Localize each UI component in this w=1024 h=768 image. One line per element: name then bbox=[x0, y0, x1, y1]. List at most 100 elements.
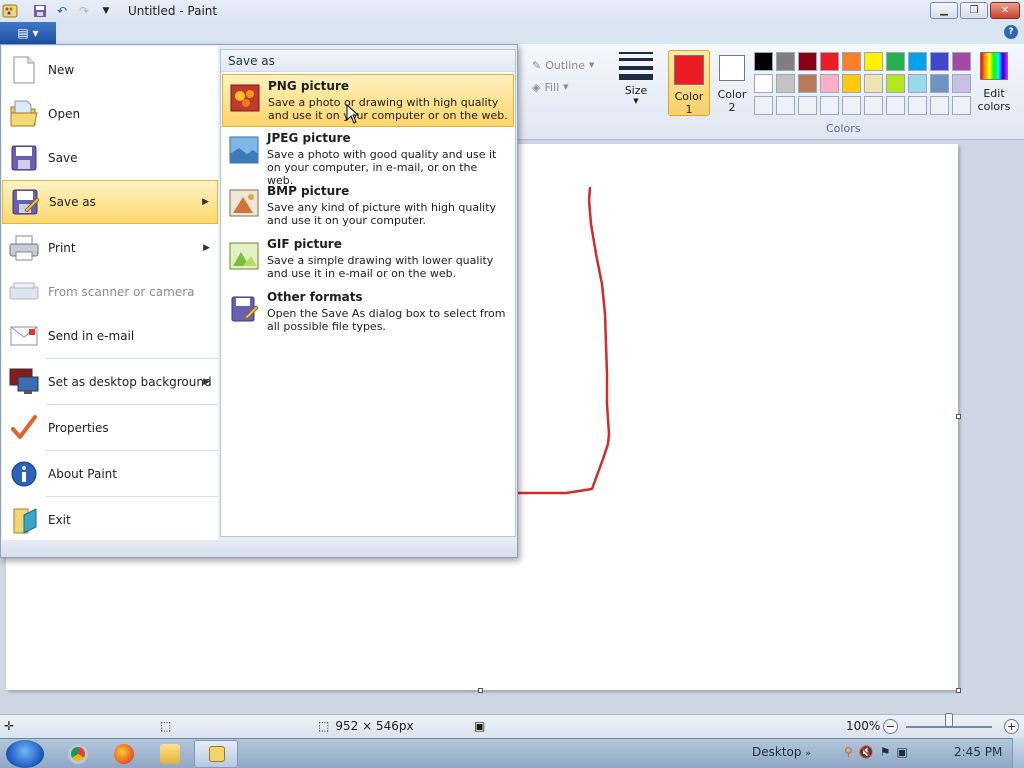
menu-item-send-in-e-mail[interactable]: Send in e-mail bbox=[2, 314, 218, 358]
png-picture-icon bbox=[230, 84, 260, 112]
outline-icon: ✎ bbox=[532, 58, 542, 72]
custom-color-slot[interactable] bbox=[952, 96, 971, 115]
menu-item-label: Properties bbox=[48, 421, 109, 435]
custom-color-slot[interactable] bbox=[754, 96, 773, 115]
menu-item-save-as[interactable]: Save as ▶ bbox=[2, 180, 218, 224]
show-desktop-button[interactable] bbox=[1012, 738, 1024, 768]
palette-swatch[interactable] bbox=[930, 74, 949, 93]
email-icon bbox=[8, 320, 40, 352]
palette-swatch[interactable] bbox=[820, 52, 839, 71]
save-as-jpeg-picture[interactable]: JPEG picture Save a photo with good quali… bbox=[222, 127, 514, 187]
palette-swatch[interactable] bbox=[798, 74, 817, 93]
volume-muted-icon[interactable]: 🔇 bbox=[859, 745, 874, 759]
custom-color-slot[interactable] bbox=[776, 96, 795, 115]
menu-item-set-as-desktop-background[interactable]: Set as desktop background ▶ bbox=[2, 360, 218, 404]
palette-swatch[interactable] bbox=[842, 52, 861, 71]
palette-swatch[interactable] bbox=[952, 74, 971, 93]
palette-swatch[interactable] bbox=[886, 52, 905, 71]
quick-access-toolbar: ↶ ↷ ▼ bbox=[32, 3, 114, 19]
file-menu-button[interactable]: ▤ ▾ bbox=[0, 22, 56, 44]
close-button[interactable]: ✕ bbox=[990, 2, 1020, 19]
palette-swatch[interactable] bbox=[842, 74, 861, 93]
save-icon[interactable] bbox=[32, 3, 48, 19]
palette-swatch[interactable] bbox=[908, 52, 927, 71]
action-center-flag-icon[interactable]: ⚑ bbox=[880, 745, 891, 759]
title-bar: ↶ ↷ ▼ Untitled - Paint ▁ ❐ ✕ bbox=[0, 0, 1024, 22]
zoom-in-button[interactable]: + bbox=[1004, 719, 1019, 734]
palette-swatch[interactable] bbox=[798, 52, 817, 71]
color1-button[interactable]: Color 1 bbox=[668, 50, 710, 116]
redo-icon[interactable]: ↷ bbox=[76, 3, 92, 19]
menu-item-about-paint[interactable]: About Paint bbox=[2, 452, 218, 496]
save-as-gif-picture[interactable]: GIF picture Save a simple drawing with lo… bbox=[222, 233, 514, 286]
firefox-icon[interactable] bbox=[114, 744, 134, 764]
palette-swatch[interactable] bbox=[754, 74, 773, 93]
taskbar-paint-button[interactable] bbox=[194, 740, 238, 768]
file-explorer-icon[interactable] bbox=[160, 744, 180, 764]
custom-color-slot[interactable] bbox=[798, 96, 817, 115]
resize-handle-right[interactable] bbox=[956, 414, 961, 419]
palette-swatch[interactable] bbox=[886, 74, 905, 93]
info-icon bbox=[8, 458, 40, 490]
other-formats-icon bbox=[229, 295, 259, 323]
palette-swatch[interactable] bbox=[754, 52, 773, 71]
clock[interactable]: 2:45 PM bbox=[954, 745, 1002, 759]
zoom-slider-thumb[interactable] bbox=[945, 713, 953, 727]
menu-item-save[interactable]: Save bbox=[2, 136, 218, 180]
menu-item-new[interactable]: New bbox=[2, 48, 218, 92]
submenu-arrow-icon: ▶ bbox=[203, 377, 210, 387]
menu-item-properties[interactable]: Properties bbox=[2, 406, 218, 450]
open-folder-icon bbox=[8, 98, 40, 130]
fill-dropdown[interactable]: ◈ Fill ▼ bbox=[532, 76, 594, 98]
outline-dropdown[interactable]: ✎ Outline ▼ bbox=[532, 54, 594, 76]
desktop-background-icon bbox=[8, 366, 40, 398]
save-as-bmp-picture[interactable]: BMP picture Save any kind of picture with… bbox=[222, 180, 514, 233]
start-button[interactable] bbox=[6, 740, 44, 768]
palette-swatch[interactable] bbox=[908, 74, 927, 93]
color1-swatch bbox=[674, 55, 704, 85]
fill-icon: ◈ bbox=[532, 80, 541, 94]
zoom-out-button[interactable]: − bbox=[883, 719, 898, 734]
palette-swatch[interactable] bbox=[864, 74, 883, 93]
save-disk-icon bbox=[8, 142, 40, 174]
edit-colors-button[interactable]: Edit colors bbox=[976, 52, 1012, 113]
maximize-button[interactable]: ❐ bbox=[960, 2, 988, 19]
network-icon[interactable]: ▣ bbox=[897, 745, 908, 759]
custom-color-slot[interactable] bbox=[930, 96, 949, 115]
resize-handle-corner[interactable] bbox=[956, 688, 961, 693]
file-menu-commands: New Open Save Save as ▶ Print ▶ From scanner or… bbox=[2, 46, 218, 540]
minimize-button[interactable]: ▁ bbox=[930, 2, 958, 19]
disk-icon: ▣ bbox=[474, 719, 486, 733]
save-as-png-picture[interactable]: PNG picture Save a photo or drawing with … bbox=[222, 74, 514, 127]
undo-icon[interactable]: ↶ bbox=[54, 3, 70, 19]
menu-item-exit[interactable]: Exit bbox=[2, 498, 218, 542]
system-tray: ⚲ 🔇 ⚑ ▣ bbox=[844, 745, 908, 759]
exit-icon bbox=[8, 504, 40, 536]
custom-color-slot[interactable] bbox=[820, 96, 839, 115]
paint-app-icon[interactable] bbox=[2, 3, 18, 19]
color2-button[interactable]: Color 2 bbox=[714, 50, 750, 116]
chrome-icon[interactable] bbox=[68, 744, 88, 764]
palette-swatch[interactable] bbox=[930, 52, 949, 71]
menu-item-label: New bbox=[48, 63, 75, 77]
menu-item-open[interactable]: Open bbox=[2, 92, 218, 136]
custom-color-slot[interactable] bbox=[908, 96, 927, 115]
save-as-other-formats[interactable]: Other formats Open the Save As dialog box… bbox=[222, 286, 514, 339]
palette-swatch[interactable] bbox=[776, 52, 795, 71]
search-icon[interactable]: ⚲ bbox=[844, 745, 853, 759]
palette-swatch[interactable] bbox=[820, 74, 839, 93]
desktop-toolbar[interactable]: Desktop » bbox=[752, 745, 811, 759]
customize-qat-icon[interactable]: ▼ bbox=[98, 3, 114, 19]
help-icon[interactable]: ? bbox=[1004, 25, 1018, 39]
custom-color-slot[interactable] bbox=[886, 96, 905, 115]
custom-color-slot[interactable] bbox=[842, 96, 861, 115]
palette-swatch[interactable] bbox=[952, 52, 971, 71]
colors-group-label: Colors bbox=[826, 122, 861, 135]
palette-swatch[interactable] bbox=[864, 52, 883, 71]
resize-handle-bottom[interactable] bbox=[478, 688, 483, 693]
custom-color-slot[interactable] bbox=[864, 96, 883, 115]
menu-item-print[interactable]: Print ▶ bbox=[2, 226, 218, 270]
palette-swatch[interactable] bbox=[776, 74, 795, 93]
outline-label: Outline bbox=[545, 58, 586, 72]
size-dropdown[interactable]: Size ▼ bbox=[614, 52, 658, 105]
